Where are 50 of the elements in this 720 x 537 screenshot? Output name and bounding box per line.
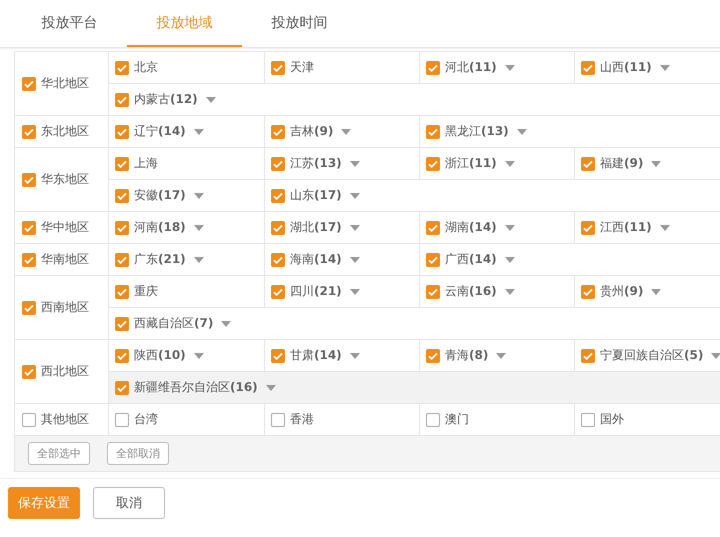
province-label: 青海(8) — [445, 347, 488, 364]
bulk-button[interactable]: 全部选中 — [28, 442, 90, 465]
cancel-button[interactable]: 取消 — [93, 487, 165, 519]
region-label: 西北地区 — [41, 363, 89, 380]
province-label: 陕西(10) — [134, 347, 186, 364]
province-label: 上海 — [134, 155, 158, 172]
province-label: 山东(17) — [290, 187, 342, 204]
province-label: 新疆维吾尔自治区(16) — [134, 379, 258, 396]
bulk-button[interactable]: 全部取消 — [107, 442, 169, 465]
province-label: 河北(11) — [445, 59, 497, 76]
province-label: 广西(14) — [445, 251, 497, 268]
region-label: 华东地区 — [41, 171, 89, 188]
province-label: 云南(16) — [445, 283, 497, 300]
region-label: 其他地区 — [41, 411, 89, 428]
province-label: 台湾 — [134, 411, 158, 428]
tab[interactable]: 投放地域 — [127, 0, 242, 47]
province-label: 江苏(13) — [290, 155, 342, 172]
province-label: 香港 — [290, 411, 314, 428]
province-label: 山西(11) — [600, 59, 652, 76]
province-label: 西藏自治区(7) — [134, 315, 214, 332]
province-label: 重庆 — [134, 283, 158, 300]
province-label: 贵州(9) — [600, 283, 644, 300]
province-label: 内蒙古(12) — [134, 91, 198, 108]
province-label: 安徽(17) — [134, 187, 186, 204]
region-label: 华北地区 — [41, 75, 89, 92]
province-label: 湖北(17) — [290, 219, 342, 236]
province-label: 福建(9) — [600, 155, 644, 172]
province-label: 黑龙江(13) — [445, 123, 509, 140]
province-label: 河南(18) — [134, 219, 186, 236]
province-label: 吉林(9) — [290, 123, 334, 140]
province-label: 辽宁(14) — [134, 123, 186, 140]
province-label: 广东(21) — [134, 251, 186, 268]
region-label: 华中地区 — [41, 219, 89, 236]
region-label: 西南地区 — [41, 299, 89, 316]
province-label: 北京 — [134, 59, 158, 76]
province-label: 浙江(11) — [445, 155, 497, 172]
region-label: 东北地区 — [41, 123, 89, 140]
province-label: 江西(11) — [600, 219, 652, 236]
province-label: 国外 — [600, 411, 624, 428]
province-label: 湖南(14) — [445, 219, 497, 236]
province-label: 甘肃(14) — [290, 347, 342, 364]
tab[interactable]: 投放平台 — [12, 0, 127, 47]
region-label: 华南地区 — [41, 251, 89, 268]
province-label: 海南(14) — [290, 251, 342, 268]
save-button[interactable]: 保存设置 — [8, 487, 80, 519]
province-label: 天津 — [290, 59, 314, 76]
province-label: 宁夏回族自治区(5) — [600, 347, 704, 364]
province-label: 四川(21) — [290, 283, 342, 300]
province-label: 澳门 — [445, 411, 469, 428]
tab[interactable]: 投放时间 — [242, 0, 357, 47]
